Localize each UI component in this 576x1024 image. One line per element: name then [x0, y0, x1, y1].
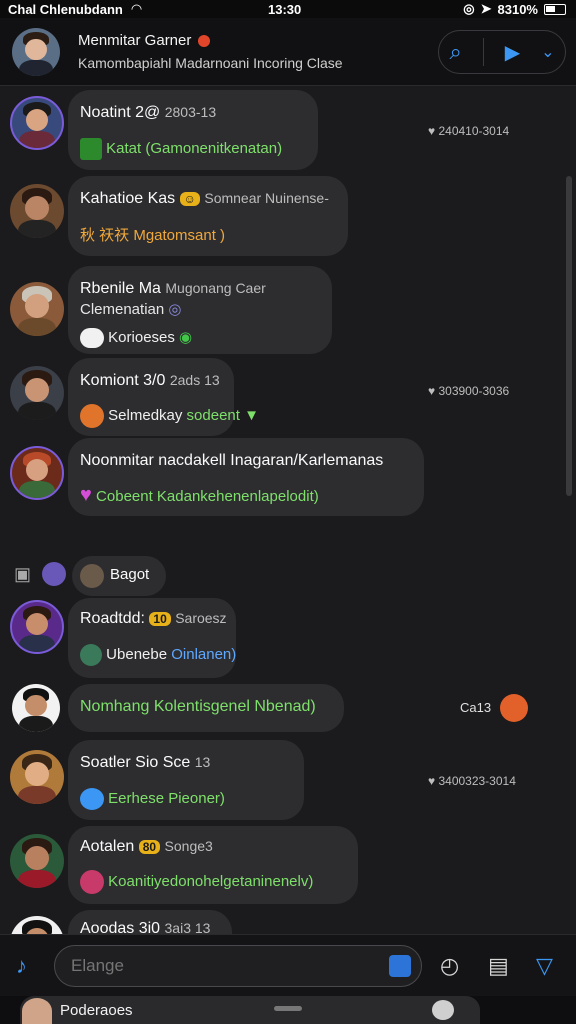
- divider: [482, 38, 484, 66]
- sender-name: Komiont 3/0 2ads 13: [80, 372, 220, 389]
- avatar[interactable]: [22, 998, 52, 1024]
- avatar[interactable]: [10, 184, 64, 238]
- avatar[interactable]: [10, 366, 64, 420]
- message-text: Selmedkay sodeent ▼: [80, 404, 259, 428]
- list-item[interactable]: Aoodas 3i0 3ai3 13: [0, 908, 576, 934]
- list-item[interactable]: Nomhang Kolentisgenel Nbenad) Ca13: [0, 684, 576, 734]
- mini-player-label: Poderaoes: [60, 1002, 133, 1019]
- message-text: Korioeses ◉: [80, 328, 193, 349]
- timestamp: ♥ 303900-3036: [428, 384, 510, 398]
- sender-name: Soatler Sio Sce 13: [80, 754, 211, 771]
- at-icon: ◎: [168, 301, 182, 318]
- header-avatar[interactable]: [12, 28, 60, 76]
- list-item[interactable]: Noonmitar nacdakell Inagaran/Karlemanas …: [0, 438, 576, 518]
- avatar[interactable]: [10, 96, 64, 150]
- heart-icon: ♥: [428, 124, 436, 138]
- search-icon[interactable]: ⌕: [449, 39, 461, 65]
- system-label: Bagot: [110, 566, 150, 583]
- carrier-label: Chal Chlenubdann: [8, 1, 123, 17]
- list-item[interactable]: Rbenile Ma Mugonang Caer Clemenatian ◎ K…: [0, 266, 576, 356]
- check-icon: ▼: [244, 406, 259, 424]
- alarm-icon: ◎: [463, 1, 475, 16]
- list-item[interactable]: Aotalen 80 Songe3 Koanitiyedonohelgetani…: [0, 826, 576, 906]
- status-dot-icon: [197, 35, 210, 48]
- list-item[interactable]: Roadtdd: 10 Saroesz Ubenebe Oinlanen): [0, 598, 576, 680]
- system-row: ▣ Bagot: [0, 556, 576, 596]
- flower-icon: [80, 870, 104, 894]
- message-input-wrapper[interactable]: [54, 945, 422, 987]
- sender-subline: Clemenatian ◎: [80, 301, 182, 318]
- message-text: Ubenebe Oinlanen): [80, 644, 236, 666]
- chevron-down-icon[interactable]: ⌄: [541, 42, 554, 62]
- avatar[interactable]: [10, 834, 64, 888]
- message-text: Nomhang Kolentisgenel Nbenad): [80, 698, 316, 715]
- scrollbar[interactable]: [566, 176, 572, 496]
- emoji-icon[interactable]: [42, 562, 66, 586]
- sender-name: Noatint 2@ 2803-13: [80, 104, 217, 121]
- sender-name: Kahatioe Kas ☺ Somnear Nuinense-: [80, 190, 329, 207]
- status-bar: Chal Chlenubdann ◠ 13:30 ◎ ➤ 8310%: [0, 0, 576, 18]
- message-text: Katat (Gamonenitkenatan): [80, 138, 282, 160]
- reaction-icon[interactable]: [500, 694, 528, 722]
- avatar[interactable]: [10, 916, 64, 934]
- avatar[interactable]: [10, 446, 64, 500]
- sender-name: Noonmitar nacdakell Inagaran/Karlemanas: [80, 452, 384, 469]
- header-title[interactable]: Menmitar Garner: [78, 32, 210, 49]
- battery-icon: [544, 3, 566, 15]
- shield-icon[interactable]: ▣: [14, 564, 31, 585]
- message-text: 秋 祆祆 Mgatomsant ): [80, 227, 226, 244]
- avatar[interactable]: [12, 684, 60, 732]
- camera-icon[interactable]: [432, 1000, 454, 1020]
- heart-icon: ♥: [80, 484, 92, 506]
- header-subtitle: Kamombapiahl Madarnoani Incoring Clase: [78, 55, 343, 71]
- pin-icon: ◉: [179, 329, 193, 346]
- globe-icon: [80, 644, 102, 666]
- timestamp: Ca13: [460, 700, 492, 715]
- attachment-icon[interactable]: [389, 955, 411, 977]
- message-text: Koanitiyedonohelgetaninenelv): [80, 870, 313, 894]
- location-icon: ➤: [480, 1, 492, 16]
- list-item[interactable]: Noatint 2@ 2803-13 Katat (Gamonenitkenat…: [0, 90, 576, 172]
- message-text: Eerhese Pieoner): [80, 788, 225, 810]
- inbox-icon[interactable]: ▤: [488, 953, 509, 979]
- chat-header: Menmitar Garner Kamombapiahl Madarnoani …: [0, 18, 576, 86]
- sender-name: Rbenile Ma Mugonang Caer: [80, 280, 266, 297]
- chart-icon: [80, 138, 102, 160]
- shield-icon[interactable]: ▽: [536, 953, 553, 979]
- avatar: [80, 564, 104, 588]
- app-icon[interactable]: ♪: [16, 953, 27, 979]
- fire-icon: [80, 404, 104, 428]
- timestamp: ♥ 240410-3014: [428, 124, 510, 138]
- drag-handle[interactable]: [274, 1006, 302, 1011]
- bottom-bar: Poderaoes: [0, 996, 576, 1024]
- battery-percent: 8310%: [497, 1, 538, 17]
- clock-icon[interactable]: ◴: [440, 953, 459, 979]
- message-text: ♥ Cobeent Kadankehenenlapelodit): [80, 484, 319, 506]
- cloud-icon: [80, 788, 104, 810]
- chat-icon: [80, 328, 104, 349]
- clock: 13:30: [268, 1, 302, 17]
- avatar[interactable]: [10, 750, 64, 804]
- heart-icon: ♥: [428, 384, 436, 398]
- message-input[interactable]: [71, 956, 371, 976]
- heart-icon: ♥: [428, 774, 436, 788]
- header-actions: ⌕ ▶ ⌄: [438, 30, 566, 74]
- avatar[interactable]: [10, 600, 64, 654]
- video-icon[interactable]: ▶: [505, 40, 520, 65]
- avatar[interactable]: [10, 282, 64, 336]
- list-item[interactable]: Komiont 3/0 2ads 13 Selmedkay sodeent ▼ …: [0, 358, 576, 438]
- chat-list[interactable]: Noatint 2@ 2803-13 Katat (Gamonenitkenat…: [0, 86, 576, 934]
- sender-name: Roadtdd: 10 Saroesz: [80, 610, 227, 627]
- sender-name: Aoodas 3i0 3ai3 13: [80, 920, 211, 934]
- message-composer: ♪ ◴ ▤ ▽: [0, 934, 576, 996]
- list-item[interactable]: Soatler Sio Sce 13 Eerhese Pieoner) ♥ 34…: [0, 740, 576, 822]
- wifi-icon: ◠: [130, 1, 143, 16]
- list-item[interactable]: Kahatioe Kas ☺ Somnear Nuinense- 秋 祆祆 Mg…: [0, 176, 576, 258]
- header-title-text: Menmitar Garner: [78, 32, 192, 49]
- timestamp: ♥ 3400323-3014: [428, 774, 516, 788]
- sender-name: Aotalen 80 Songe3: [80, 838, 213, 855]
- badge-icon: ☺: [179, 191, 200, 206]
